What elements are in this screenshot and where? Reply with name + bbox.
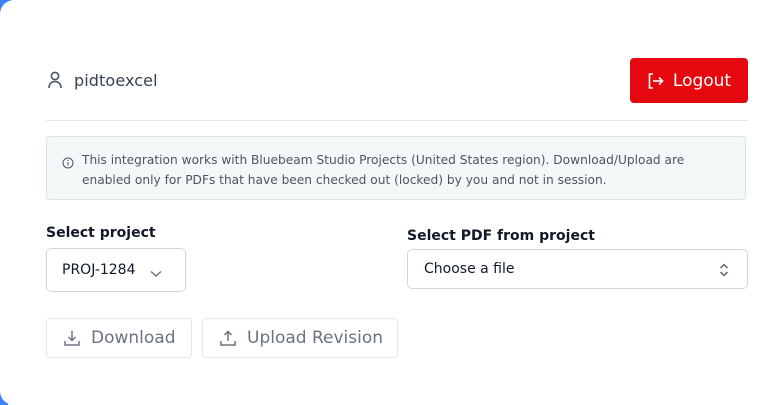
pdf-select[interactable]: Choose a file <box>407 249 748 289</box>
download-button[interactable]: Download <box>46 318 192 358</box>
logout-icon <box>647 72 665 90</box>
info-notice: This integration works with Bluebeam Stu… <box>46 136 746 200</box>
notice-line-2: enabled only for PDFs that have been che… <box>82 173 607 187</box>
notice-line-1: This integration works with Bluebeam Stu… <box>82 153 685 167</box>
info-icon <box>62 155 74 169</box>
logout-label: Logout <box>672 70 732 91</box>
download-label: Download <box>91 328 176 348</box>
user-icon <box>46 70 64 90</box>
select-project-label: Select project <box>46 225 156 241</box>
user-row: pidtoexcel <box>46 70 158 90</box>
main-card: pidtoexcel Logout This integration works… <box>0 0 773 405</box>
divider <box>46 120 748 121</box>
download-icon <box>63 329 81 347</box>
logout-button[interactable]: Logout <box>630 58 748 103</box>
upload-revision-label: Upload Revision <box>247 328 384 348</box>
select-pdf-label: Select PDF from project <box>407 228 595 244</box>
username-label: pidtoexcel <box>74 70 158 90</box>
chevron-down-icon <box>150 266 162 277</box>
updown-chevron-icon <box>719 262 729 278</box>
upload-revision-button[interactable]: Upload Revision <box>202 318 398 358</box>
project-select-value: PROJ-1284 <box>62 262 136 278</box>
pdf-select-value: Choose a file <box>424 261 515 277</box>
upload-icon <box>219 329 237 347</box>
project-select[interactable]: PROJ-1284 <box>46 248 186 292</box>
